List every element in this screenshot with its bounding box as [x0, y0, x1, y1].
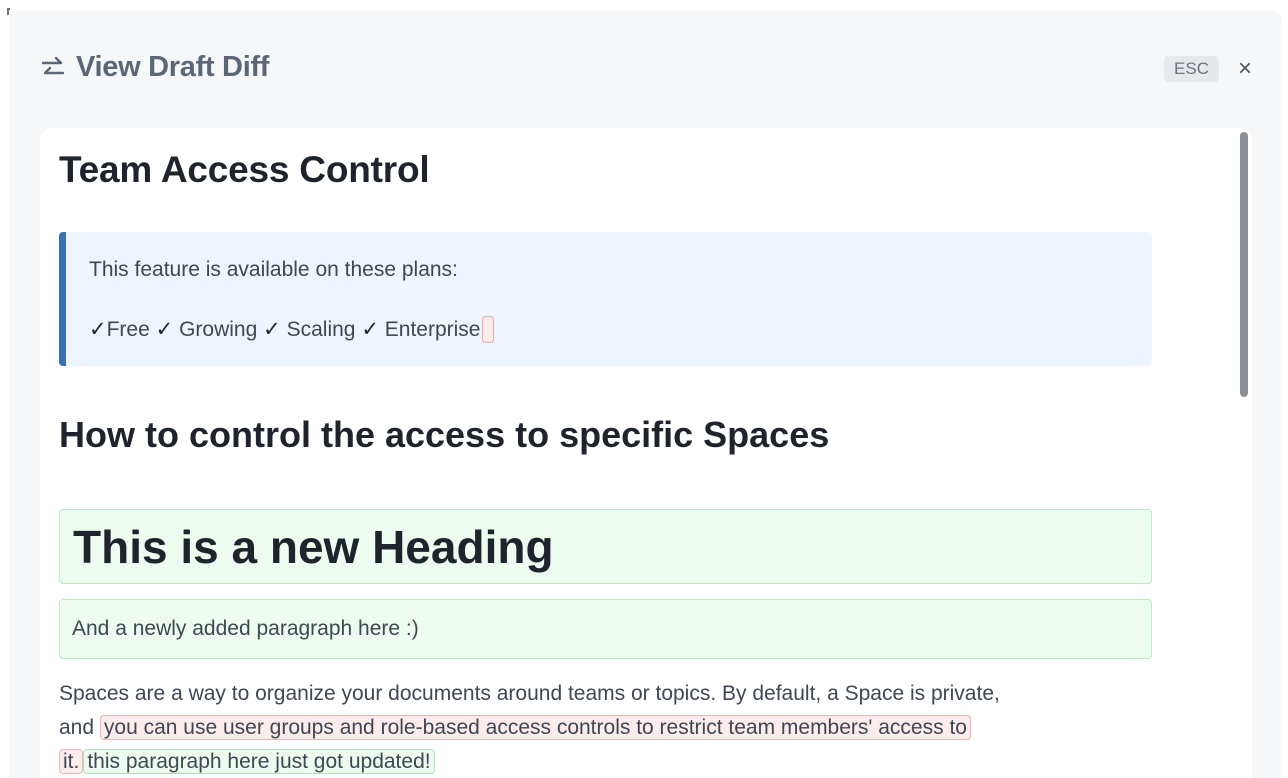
added-paragraph-block: And a newly added paragraph here :) — [59, 599, 1152, 659]
plan-scaling: Scaling — [286, 317, 356, 341]
plan-enterprise: Enterprise — [384, 317, 481, 341]
section-heading: How to control the access to specific Sp… — [59, 414, 830, 455]
check-icon: ✓ — [155, 318, 174, 341]
esc-key-badge: ESC — [1164, 56, 1219, 82]
removed-text: you can use user groups and role-based a… — [99, 715, 971, 740]
paragraph-prefix: and — [59, 716, 95, 739]
document-title: Team Access Control — [59, 149, 430, 190]
diff-content-panel[interactable]: Team Access Control This feature is avai… — [40, 128, 1252, 778]
check-icon: ✓ — [361, 318, 379, 341]
paragraph-line-2: and you can use user groups and role-bas… — [59, 711, 1152, 745]
modal-title-group: View Draft Diff — [40, 51, 269, 84]
plan-growing: Growing — [179, 317, 258, 341]
plan-availability-callout: This feature is available on these plans… — [59, 232, 1152, 366]
plan-free: Free — [106, 317, 150, 341]
added-paragraph-text: And a newly added paragraph here :) — [72, 617, 419, 640]
removed-content-marker — [481, 316, 494, 343]
callout-intro-text: This feature is available on these plans… — [89, 258, 458, 281]
modal-header: View Draft Diff ESC × — [9, 11, 1282, 123]
inserted-text: this paragraph here just got updated! — [83, 749, 435, 774]
removed-text: it. — [59, 749, 84, 774]
swap-arrows-icon — [41, 56, 65, 74]
added-heading-block: This is a new Heading — [59, 509, 1152, 584]
paragraph-line-1: Spaces are a way to organize your docume… — [59, 682, 1000, 705]
modified-paragraph: Spaces are a way to organize your docume… — [59, 677, 1152, 778]
close-icon[interactable]: × — [1233, 57, 1257, 81]
added-heading-text: This is a new Heading — [73, 521, 554, 573]
check-icon: ✓ — [89, 318, 107, 341]
callout-plans-list: ✓ Free ✓ Growing ✓ Scaling ✓ Enterprise — [89, 316, 494, 343]
paragraph-line-3: it. this paragraph here just got updated! — [59, 745, 1152, 778]
check-icon: ✓ — [263, 318, 281, 341]
modal-title: View Draft Diff — [76, 51, 270, 83]
diff-modal: View Draft Diff ESC × Team Access Contro… — [9, 11, 1282, 778]
scrollbar-thumb[interactable] — [1240, 132, 1248, 397]
